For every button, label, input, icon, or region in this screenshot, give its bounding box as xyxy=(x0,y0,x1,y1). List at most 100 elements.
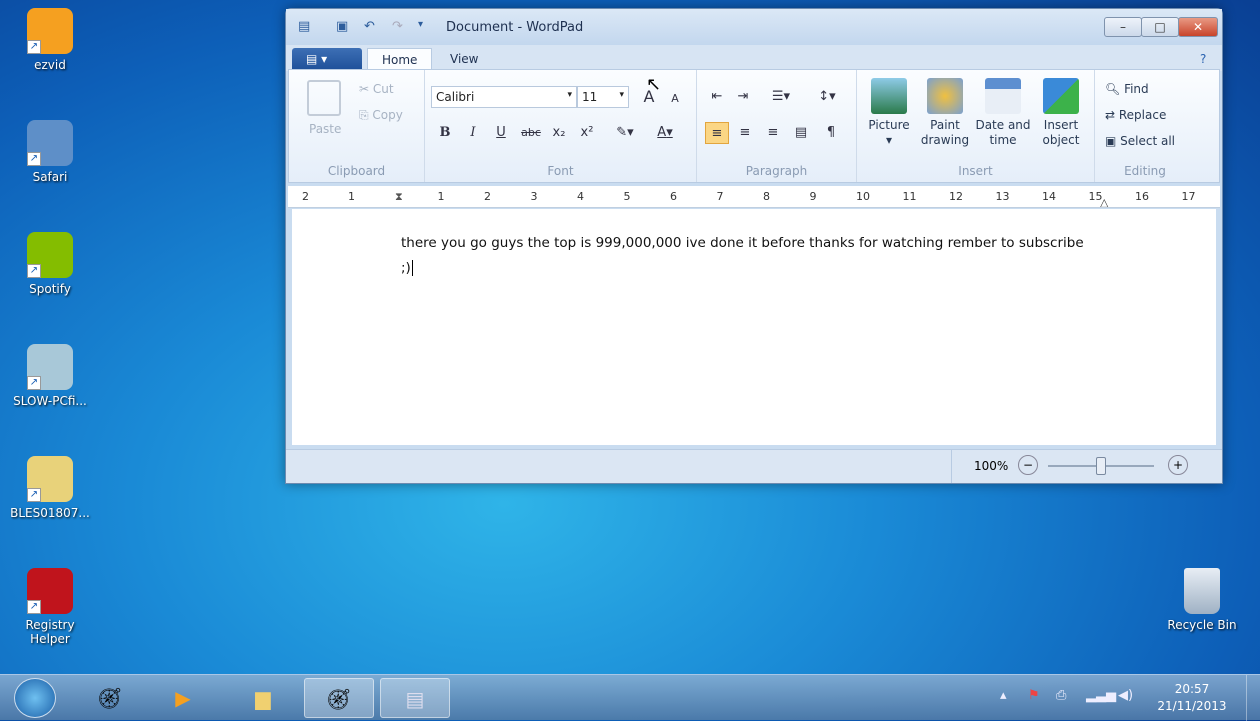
paste-button[interactable]: Paste xyxy=(309,122,341,136)
desktop-icon[interactable]: ↗ BLES01807... xyxy=(8,456,92,520)
align-left-button[interactable]: ≡ xyxy=(705,122,729,144)
taskbar-ezvid[interactable]: ▶ xyxy=(148,678,218,718)
zoom-slider-thumb[interactable] xyxy=(1096,457,1106,475)
safari-icon: 🧭︎ xyxy=(326,687,352,711)
justify-button[interactable]: ▤ xyxy=(789,122,813,144)
desktop-icon[interactable]: ↗ SLOW-PCfi... xyxy=(8,344,92,408)
taskbar-safari-active[interactable]: 🧭︎ xyxy=(304,678,374,718)
paint-drawing-button[interactable]: Paint drawing xyxy=(917,78,973,148)
select-all-button[interactable]: ▣ Select all xyxy=(1105,134,1175,148)
undo-icon[interactable]: ↶ xyxy=(364,19,382,35)
decrease-indent-button[interactable]: ⇤ xyxy=(705,86,729,108)
show-hidden-icons[interactable]: ▴ xyxy=(1000,688,1007,703)
desktop-icon-image: ↗ xyxy=(27,344,73,390)
volume-icon[interactable]: ◀) xyxy=(1118,688,1133,703)
date-time-button[interactable]: Date and time xyxy=(975,78,1031,148)
network-icon[interactable]: ▂▃▅ xyxy=(1086,688,1116,703)
line-spacing-button[interactable]: ↕▾ xyxy=(809,86,845,108)
ruler-mark: 2 xyxy=(302,190,309,203)
strikethrough-button[interactable]: abc xyxy=(519,122,543,144)
right-indent-marker[interactable]: △ xyxy=(1100,196,1108,207)
app-menu-button[interactable]: ▤ ▾ xyxy=(292,48,362,71)
cut-button[interactable]: ✂ Cut xyxy=(359,82,394,96)
desktop-icon-image: ↗ xyxy=(27,568,73,614)
underline-button[interactable]: U xyxy=(489,122,513,144)
paragraph-label: Paragraph xyxy=(745,164,808,178)
document-text[interactable]: there you go guys the top is 999,000,000… xyxy=(401,231,1091,281)
ruler-mark: 17 xyxy=(1181,190,1196,203)
action-center-icon[interactable]: ⚑ xyxy=(1028,688,1040,703)
title-bar[interactable]: ▤ ▣ ↶ ↷ ▾ Document - WordPad – □ ✕ xyxy=(286,9,1222,45)
desktop-icon-label: ezvid xyxy=(34,58,66,72)
zoom-slider[interactable] xyxy=(1048,457,1154,475)
bullets-button[interactable]: ☰▾ xyxy=(763,86,799,108)
ezvid-icon: ▶ xyxy=(175,686,191,710)
window-title: Document - WordPad xyxy=(446,20,584,35)
align-right-button[interactable]: ≡ xyxy=(761,122,785,144)
insert-label: Insert xyxy=(958,164,993,178)
ruler-mark: 6 xyxy=(670,190,677,203)
italic-button[interactable]: I xyxy=(461,122,485,144)
superscript-button[interactable]: x² xyxy=(575,122,599,144)
ribbon: Paste ✂ Cut ⎘ Copy Clipboard Calibri ▾ 11… xyxy=(288,69,1220,183)
app-icon[interactable]: ▤ xyxy=(298,19,316,35)
desktop-icon[interactable]: ↗ Spotify xyxy=(8,232,92,296)
document-content: there you go guys the top is 999,000,000… xyxy=(401,235,1084,276)
desktop-icon[interactable]: ↗ Registry Helper xyxy=(8,568,92,646)
copy-button[interactable]: ⎘ Copy xyxy=(359,108,403,123)
indent-marker[interactable]: ⧗ xyxy=(395,190,403,204)
align-center-button[interactable]: ≡ xyxy=(733,122,757,144)
clock[interactable]: 20:57 21/11/2013 xyxy=(1150,681,1234,715)
find-button[interactable]: 🔍︎ Find xyxy=(1105,82,1149,96)
tab-home[interactable]: Home xyxy=(367,48,433,71)
shrink-font-button[interactable]: A xyxy=(663,88,687,110)
tab-view[interactable]: View xyxy=(436,48,492,71)
increase-indent-button[interactable]: ⇥ xyxy=(731,86,755,108)
taskbar-explorer[interactable]: ▆ xyxy=(228,678,298,718)
zoom-in-button[interactable]: + xyxy=(1168,455,1188,475)
highlight-button[interactable]: ✎▾ xyxy=(607,122,643,144)
desktop-icon-label: SLOW-PCfi... xyxy=(13,394,87,408)
desktop-icon[interactable]: ↗ ezvid xyxy=(8,8,92,72)
shortcut-arrow-icon: ↗ xyxy=(27,488,41,502)
paste-icon xyxy=(307,80,341,116)
zoom-out-button[interactable]: − xyxy=(1018,455,1038,475)
close-button[interactable]: ✕ xyxy=(1178,17,1218,37)
replace-button[interactable]: ⇄ Replace xyxy=(1105,108,1166,122)
save-icon[interactable]: ▣ xyxy=(336,19,354,35)
help-icon[interactable]: ? xyxy=(1186,48,1220,71)
taskbar-safari[interactable]: 🧭︎ xyxy=(75,678,145,718)
insert-group: Picture ▾ Paint drawing Date and time Ins… xyxy=(857,70,1095,182)
shortcut-arrow-icon: ↗ xyxy=(27,40,41,54)
customize-qat-icon[interactable]: ▾ xyxy=(418,19,436,35)
insert-object-button[interactable]: Insert object xyxy=(1033,78,1089,148)
ruler[interactable]: 2 1 1 2 3 4 5 6 7 8 9 10 11 12 13 14 15 16 17 ⧗ △ xyxy=(288,186,1220,208)
bold-button[interactable]: B xyxy=(433,122,457,144)
recycle-bin[interactable]: Recycle Bin xyxy=(1160,568,1244,632)
subscript-button[interactable]: x₂ xyxy=(547,122,571,144)
start-button[interactable] xyxy=(14,678,56,718)
select-all-label: Select all xyxy=(1120,134,1176,148)
picture-icon xyxy=(871,78,907,114)
object-label: Insert object xyxy=(1042,118,1080,147)
recycle-bin-icon xyxy=(1184,568,1220,614)
safari-icon: 🧭︎ xyxy=(97,686,123,710)
show-desktop-button[interactable] xyxy=(1246,675,1260,721)
ruler-mark: 1 xyxy=(437,190,445,203)
document-area[interactable]: there you go guys the top is 999,000,000… xyxy=(292,209,1216,445)
replace-icon: ⇄ xyxy=(1105,108,1119,122)
minimize-button[interactable]: – xyxy=(1104,17,1142,37)
font-size-select[interactable]: 11 ▾ xyxy=(577,86,629,108)
font-family-select[interactable]: Calibri ▾ xyxy=(431,86,577,108)
desktop-icon[interactable]: ↗ Safari xyxy=(8,120,92,184)
device-icon[interactable]: ⎙ xyxy=(1056,688,1066,703)
ruler-mark: 11 xyxy=(902,190,917,203)
ruler-mark: 4 xyxy=(577,190,584,203)
font-color-button[interactable]: A▾ xyxy=(647,122,683,144)
redo-icon[interactable]: ↷ xyxy=(392,19,410,35)
maximize-button[interactable]: □ xyxy=(1141,17,1179,37)
desktop-icon-image: ↗ xyxy=(27,456,73,502)
taskbar-wordpad[interactable]: ▤ xyxy=(380,678,450,718)
paragraph-settings-button[interactable]: ¶ xyxy=(819,122,843,144)
picture-button[interactable]: Picture ▾ xyxy=(861,78,917,148)
